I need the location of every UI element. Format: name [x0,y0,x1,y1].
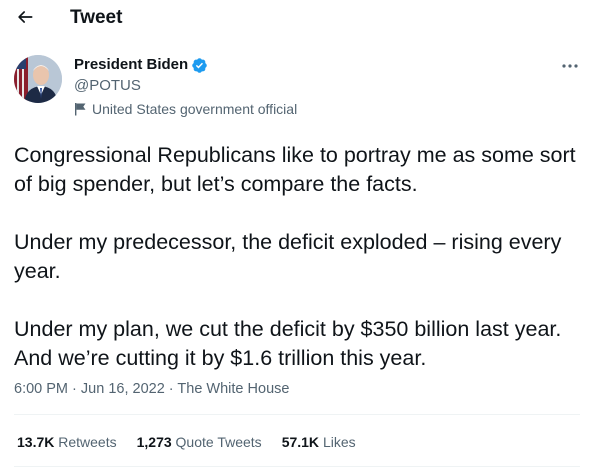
meta-separator: · [72,381,77,397]
profile-photo [14,55,62,103]
quote-tweets-stat[interactable]: 1,273 Quote Tweets [137,432,262,452]
tweet-meta: 6:00 PM · Jun 16, 2022 · The White House [14,379,289,399]
display-name[interactable]: President Biden [74,55,188,75]
retweets-label: Retweets [58,434,117,450]
likes-count: 57.1K [281,434,320,450]
tweet-text: Congressional Republicans like to portra… [14,141,584,373]
likes-stat[interactable]: 57.1K Likes [282,432,356,452]
back-arrow-icon [18,11,33,23]
government-flag-icon [75,103,86,116]
divider [14,466,580,467]
name-row: President Biden [74,55,297,75]
tweet-date[interactable]: Jun 16, 2022 [81,381,165,397]
tweet-paragraph: Congressional Republicans like to portra… [14,143,576,196]
back-button[interactable] [14,6,36,28]
avatar[interactable] [14,55,62,103]
meta-separator: · [168,381,174,397]
more-options-icon [562,64,578,68]
verified-badge-icon [192,57,207,73]
page-title: Tweet [70,7,123,28]
affiliation-label: United States government official [74,100,297,118]
more-options-button[interactable] [556,56,584,76]
engagement-stats: 13.7K Retweets 1,273 Quote Tweets 57.1K … [17,432,376,452]
tweet-paragraph: Under my predecessor, the deficit explod… [14,230,562,283]
tweet-paragraph: Under my plan, we cut the deficit by $35… [14,317,562,370]
affiliation-text: United States government official [92,101,298,117]
author-block: President Biden @POTUS United States gov… [74,55,297,118]
tweet-time[interactable]: 6:00 PM [14,381,68,397]
divider [14,414,580,415]
quote-tweets-label: Quote Tweets [175,434,262,450]
handle[interactable]: @POTUS [74,76,297,96]
likes-label: Likes [322,434,356,450]
retweets-stat[interactable]: 13.7K Retweets [17,432,117,452]
top-bar: Tweet [0,0,595,36]
retweets-count: 13.7K [17,434,55,450]
quote-tweets-count: 1,273 [136,434,172,450]
tweet-source[interactable]: The White House [177,381,289,397]
